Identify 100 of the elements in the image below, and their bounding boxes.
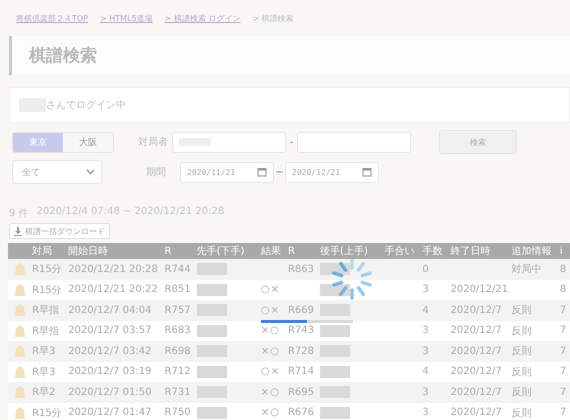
table-cell: 8 [558,280,570,300]
table-cell: ×○ [260,325,280,336]
table-cell: 7 [558,362,570,382]
table-cell: 反則 [512,387,532,398]
login-status: さんでログイン中 [46,98,126,112]
table-cell: 7 [558,341,570,362]
table-cell: R早指 [30,320,66,341]
table-cell: R669 [288,304,314,316]
table-cell: 3 [420,280,448,300]
table-cell: 2020/12/7 [450,407,502,418]
table-cell: 3 [420,382,448,402]
table-cell: 2020/12/7 03:57 [66,320,163,341]
table-cell: R15分 [30,259,66,280]
table-cell: R757 [162,300,195,320]
chevron-down-icon [86,169,95,175]
table-cell: ×○ [260,386,280,398]
table-cell: R863 [288,264,314,275]
shogi-piece-icon [15,406,25,419]
table-cell: 3 [420,320,448,341]
table-cell: 2020/12/7 [450,346,502,357]
search-button[interactable]: 検索 [439,130,517,154]
redacted-name [196,345,227,358]
loading-spinner-icon [330,257,374,301]
table-cell: 2020/12/7 04:04 [66,300,163,320]
redacted-name [320,386,350,398]
table-cell: R15分 [30,280,66,300]
download-icon [14,226,22,236]
table-cell: 反則 [512,305,532,316]
column-header: 手合い [382,243,420,259]
table-cell: R683 [162,320,195,341]
column-header: 結果 [258,243,286,259]
page-title: 棋譜検索 [29,45,97,67]
redacted-name [320,324,350,337]
column-header: R [162,243,195,259]
redacted-name [320,366,350,378]
table-cell: ×○ [260,407,280,418]
player-field[interactable] [172,132,286,152]
table-cell: ○× [260,366,280,378]
redacted-name [196,324,227,337]
column-header: 対局 [30,243,66,259]
shogi-piece-icon [15,263,25,276]
redacted-name [196,406,227,419]
shogi-piece-icon [15,386,25,398]
date-field[interactable]: 2020/11/21 [180,162,274,182]
redacted-name [196,263,227,276]
column-header: i [558,243,570,259]
shogi-piece-icon [15,324,25,337]
table-cell: 2020/12/7 01:50 [66,382,163,402]
shogi-piece-icon [15,345,25,358]
breadcrumb-link[interactable]: > HTML5道場 [100,13,153,24]
table-cell: R744 [162,259,195,280]
redacted-name [196,304,227,316]
table-cell: 7 [558,382,570,402]
date-field[interactable]: 2020/12/21 [285,162,379,182]
table-cell: R743 [288,325,314,336]
table-cell: 0 [420,259,448,280]
table-cell: R早3 [30,362,66,382]
table-cell: R851 [162,280,195,300]
download-button[interactable]: 棋譜一括ダウンロード [9,223,110,239]
period-label: 期間 [146,166,167,179]
table-cell: R698 [162,341,195,362]
column-header: R [286,243,318,259]
opponent-field[interactable] [297,132,411,152]
table-cell: 2020/12/7 [450,386,502,398]
table-cell: 7 [558,320,570,341]
table-cell: 3 [420,402,448,420]
separator: ~ [274,166,285,178]
table-cell: 対局中 [512,264,542,276]
table-cell: R728 [288,346,314,357]
column-header: 後手(上手) [318,243,382,259]
column-header: 終了日時 [448,243,510,259]
column-header: 開始日時 [66,243,163,259]
table-cell: R714 [288,366,314,378]
table-cell: 7 [558,402,570,420]
redacted-name [196,366,227,378]
table-cell: 2020/12/21 20:22 [66,280,163,300]
game-type-select[interactable]: 全て [12,160,102,184]
table-cell: 4 [420,300,448,320]
shogi-piece-icon [15,366,25,378]
table-cell: 反則 [512,366,532,378]
table-cell: R731 [162,382,195,402]
table-cell: 7 [558,300,570,320]
player-label: 対局者 [138,136,169,149]
table-cell: R695 [288,386,314,398]
shogi-piece-icon [15,284,25,296]
redacted-name [320,345,350,358]
redacted-name [196,284,227,296]
redacted-name [320,304,350,316]
breadcrumb-link[interactable]: > 棋譜検索 ログイン [164,13,240,24]
table-cell: R早指 [30,300,66,320]
table-cell: R早3 [30,341,66,362]
table-cell: 2020/12/21 [450,284,508,296]
table-cell: 2020/12/7 01:47 [66,402,163,420]
column-header: 手数 [420,243,448,259]
redacted-name [320,406,350,419]
column-header: 先手(下手) [194,243,259,259]
calendar-icon[interactable] [257,167,267,177]
breadcrumb-link[interactable]: 将棋倶楽部２４TOP [16,13,88,24]
calendar-icon[interactable] [362,167,372,177]
table-cell: 反則 [512,346,532,358]
